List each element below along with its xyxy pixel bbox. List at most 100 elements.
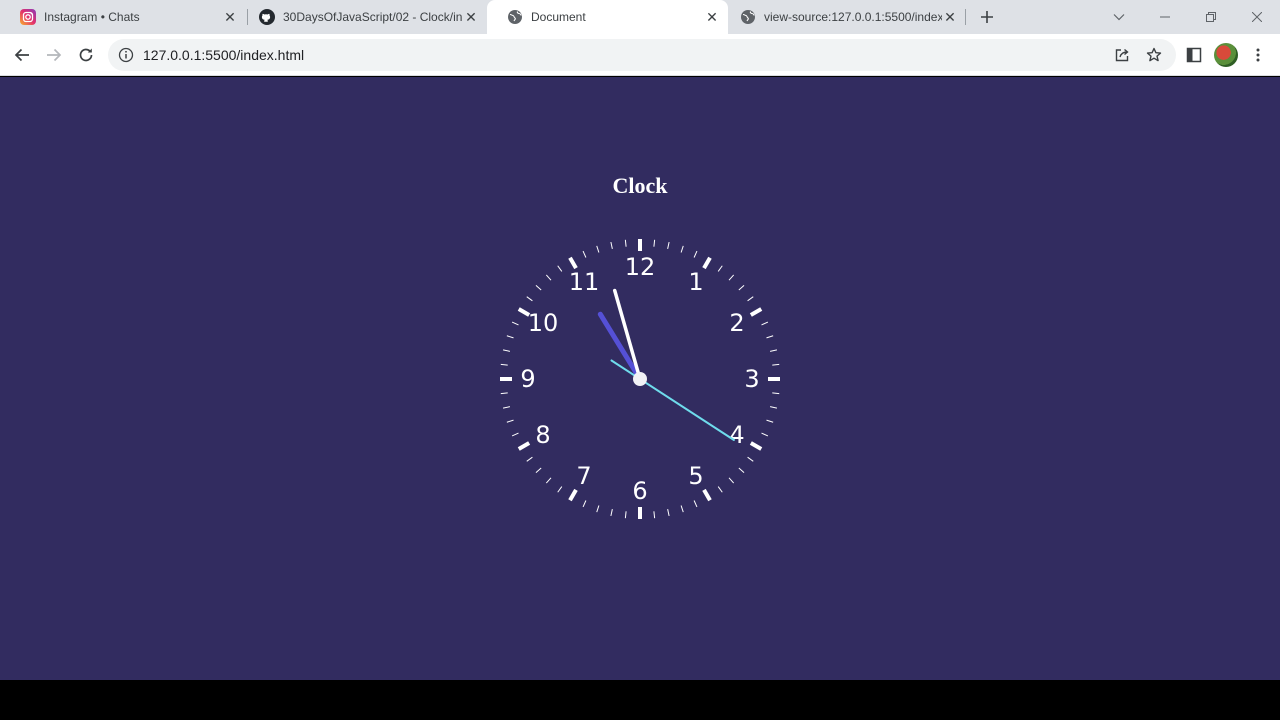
- forward-button[interactable]: [38, 39, 70, 71]
- restore-button[interactable]: [1188, 0, 1234, 34]
- minute-tick: [738, 284, 745, 291]
- minute-tick: [526, 296, 533, 302]
- clock: 12 1 2 3 4 5 6 7 8 9 10 11: [490, 229, 790, 529]
- minute-tick: [557, 265, 563, 272]
- back-button[interactable]: [6, 39, 38, 71]
- plus-icon: [981, 11, 993, 23]
- bookmark-star-icon[interactable]: [1142, 43, 1166, 67]
- minute-tick: [500, 392, 508, 395]
- minute-tick: [596, 505, 600, 513]
- arrow-right-icon: [47, 48, 62, 62]
- reload-icon: [79, 48, 93, 62]
- minute-tick: [610, 241, 613, 250]
- clock-numeral: 11: [569, 268, 600, 296]
- close-icon[interactable]: ✕: [222, 9, 238, 25]
- hour-tick: [749, 441, 763, 451]
- minute-tick: [511, 432, 519, 437]
- minute-tick: [545, 477, 552, 484]
- minute-tick: [653, 511, 656, 519]
- tab-title: Document: [531, 10, 586, 24]
- close-icon[interactable]: ✕: [704, 9, 720, 25]
- new-tab-button[interactable]: [976, 6, 998, 28]
- clock-numeral: 9: [520, 365, 535, 393]
- hour-tick: [517, 441, 531, 451]
- minute-tick: [610, 508, 613, 517]
- minute-tick: [769, 406, 778, 409]
- minute-tick: [761, 432, 769, 437]
- second-hand: [610, 359, 735, 441]
- minute-tick: [624, 239, 627, 247]
- hour-tick: [568, 256, 578, 270]
- minute-tick: [502, 349, 511, 352]
- clock-numeral: 6: [632, 477, 647, 505]
- minute-tick: [511, 321, 519, 326]
- info-icon[interactable]: [118, 47, 134, 63]
- tab-instagram[interactable]: Instagram • Chats ✕: [0, 0, 246, 34]
- minute-tick: [667, 241, 670, 250]
- arrow-left-icon: [14, 48, 29, 62]
- tab-document[interactable]: Document ✕: [487, 0, 728, 34]
- tab-strip: Instagram • Chats ✕ 30DaysOfJavaScript/0…: [0, 0, 1280, 34]
- minute-tick: [769, 349, 778, 352]
- minute-tick: [680, 505, 684, 513]
- minute-tick: [747, 296, 754, 302]
- minute-tick: [506, 335, 514, 339]
- minute-tick: [582, 250, 587, 258]
- url-text[interactable]: 127.0.0.1:5500/index.html: [143, 39, 304, 71]
- clock-numeral: 5: [688, 462, 703, 490]
- minute-tick: [557, 486, 563, 493]
- minute-tick: [680, 245, 684, 253]
- address-bar[interactable]: 127.0.0.1:5500/index.html: [108, 39, 1176, 71]
- reload-button[interactable]: [70, 39, 102, 71]
- instagram-icon: [20, 9, 36, 25]
- minute-tick: [502, 406, 511, 409]
- minute-tick: [728, 274, 735, 281]
- hour-tick: [702, 256, 712, 270]
- side-panel-button[interactable]: [1182, 43, 1206, 67]
- minute-tick: [500, 363, 508, 366]
- page-viewport: Clock 12 1 2 3 4 5 6 7 8 9 10 11: [0, 77, 1280, 680]
- globe-icon: [507, 9, 523, 25]
- browser-toolbar: 127.0.0.1:5500/index.html: [0, 34, 1280, 76]
- hour-tick: [702, 488, 712, 502]
- taskbar-strip: [0, 680, 1280, 720]
- kebab-menu-icon: [1256, 48, 1260, 62]
- close-icon[interactable]: ✕: [463, 9, 479, 25]
- close-window-button[interactable]: [1234, 0, 1280, 34]
- minute-tick: [772, 363, 780, 366]
- restore-icon: [1206, 12, 1216, 22]
- minute-tick: [766, 419, 774, 423]
- minimize-icon: [1160, 16, 1170, 18]
- minute-tick: [772, 392, 780, 395]
- side-panel-icon: [1186, 47, 1202, 63]
- menu-button[interactable]: [1246, 43, 1270, 67]
- clock-numeral: 2: [729, 309, 744, 337]
- minute-tick: [582, 500, 587, 508]
- clock-numeral: 8: [535, 421, 550, 449]
- minute-tick: [653, 239, 656, 247]
- minimize-button[interactable]: [1142, 0, 1188, 34]
- close-icon: [1252, 12, 1262, 22]
- page-title: Clock: [612, 173, 668, 198]
- minute-tick: [526, 456, 533, 462]
- hour-tick: [568, 488, 578, 502]
- minute-tick: [596, 245, 600, 253]
- clock-numeral: 4: [729, 421, 744, 449]
- clock-numeral: 3: [744, 365, 759, 393]
- tab-github[interactable]: 30DaysOfJavaScript/02 - Clock/in ✕: [239, 0, 487, 34]
- minute-tick: [667, 508, 670, 517]
- profile-avatar[interactable]: [1214, 43, 1238, 67]
- minute-tick: [535, 284, 542, 291]
- tab-search-button[interactable]: [1096, 0, 1142, 34]
- share-icon[interactable]: [1110, 43, 1134, 67]
- close-icon[interactable]: ✕: [942, 9, 958, 25]
- tab-view-source[interactable]: view-source:127.0.0.1:5500/index ✕: [720, 0, 966, 34]
- minute-tick: [535, 467, 542, 474]
- clock-face: 121234567891011: [500, 239, 780, 519]
- minute-tick: [728, 477, 735, 484]
- tab-title: view-source:127.0.0.1:5500/index: [764, 10, 942, 24]
- tab-title: 30DaysOfJavaScript/02 - Clock/in: [283, 10, 463, 24]
- tab-title: Instagram • Chats: [44, 10, 140, 24]
- globe-icon: [740, 9, 756, 25]
- github-icon: [259, 9, 275, 25]
